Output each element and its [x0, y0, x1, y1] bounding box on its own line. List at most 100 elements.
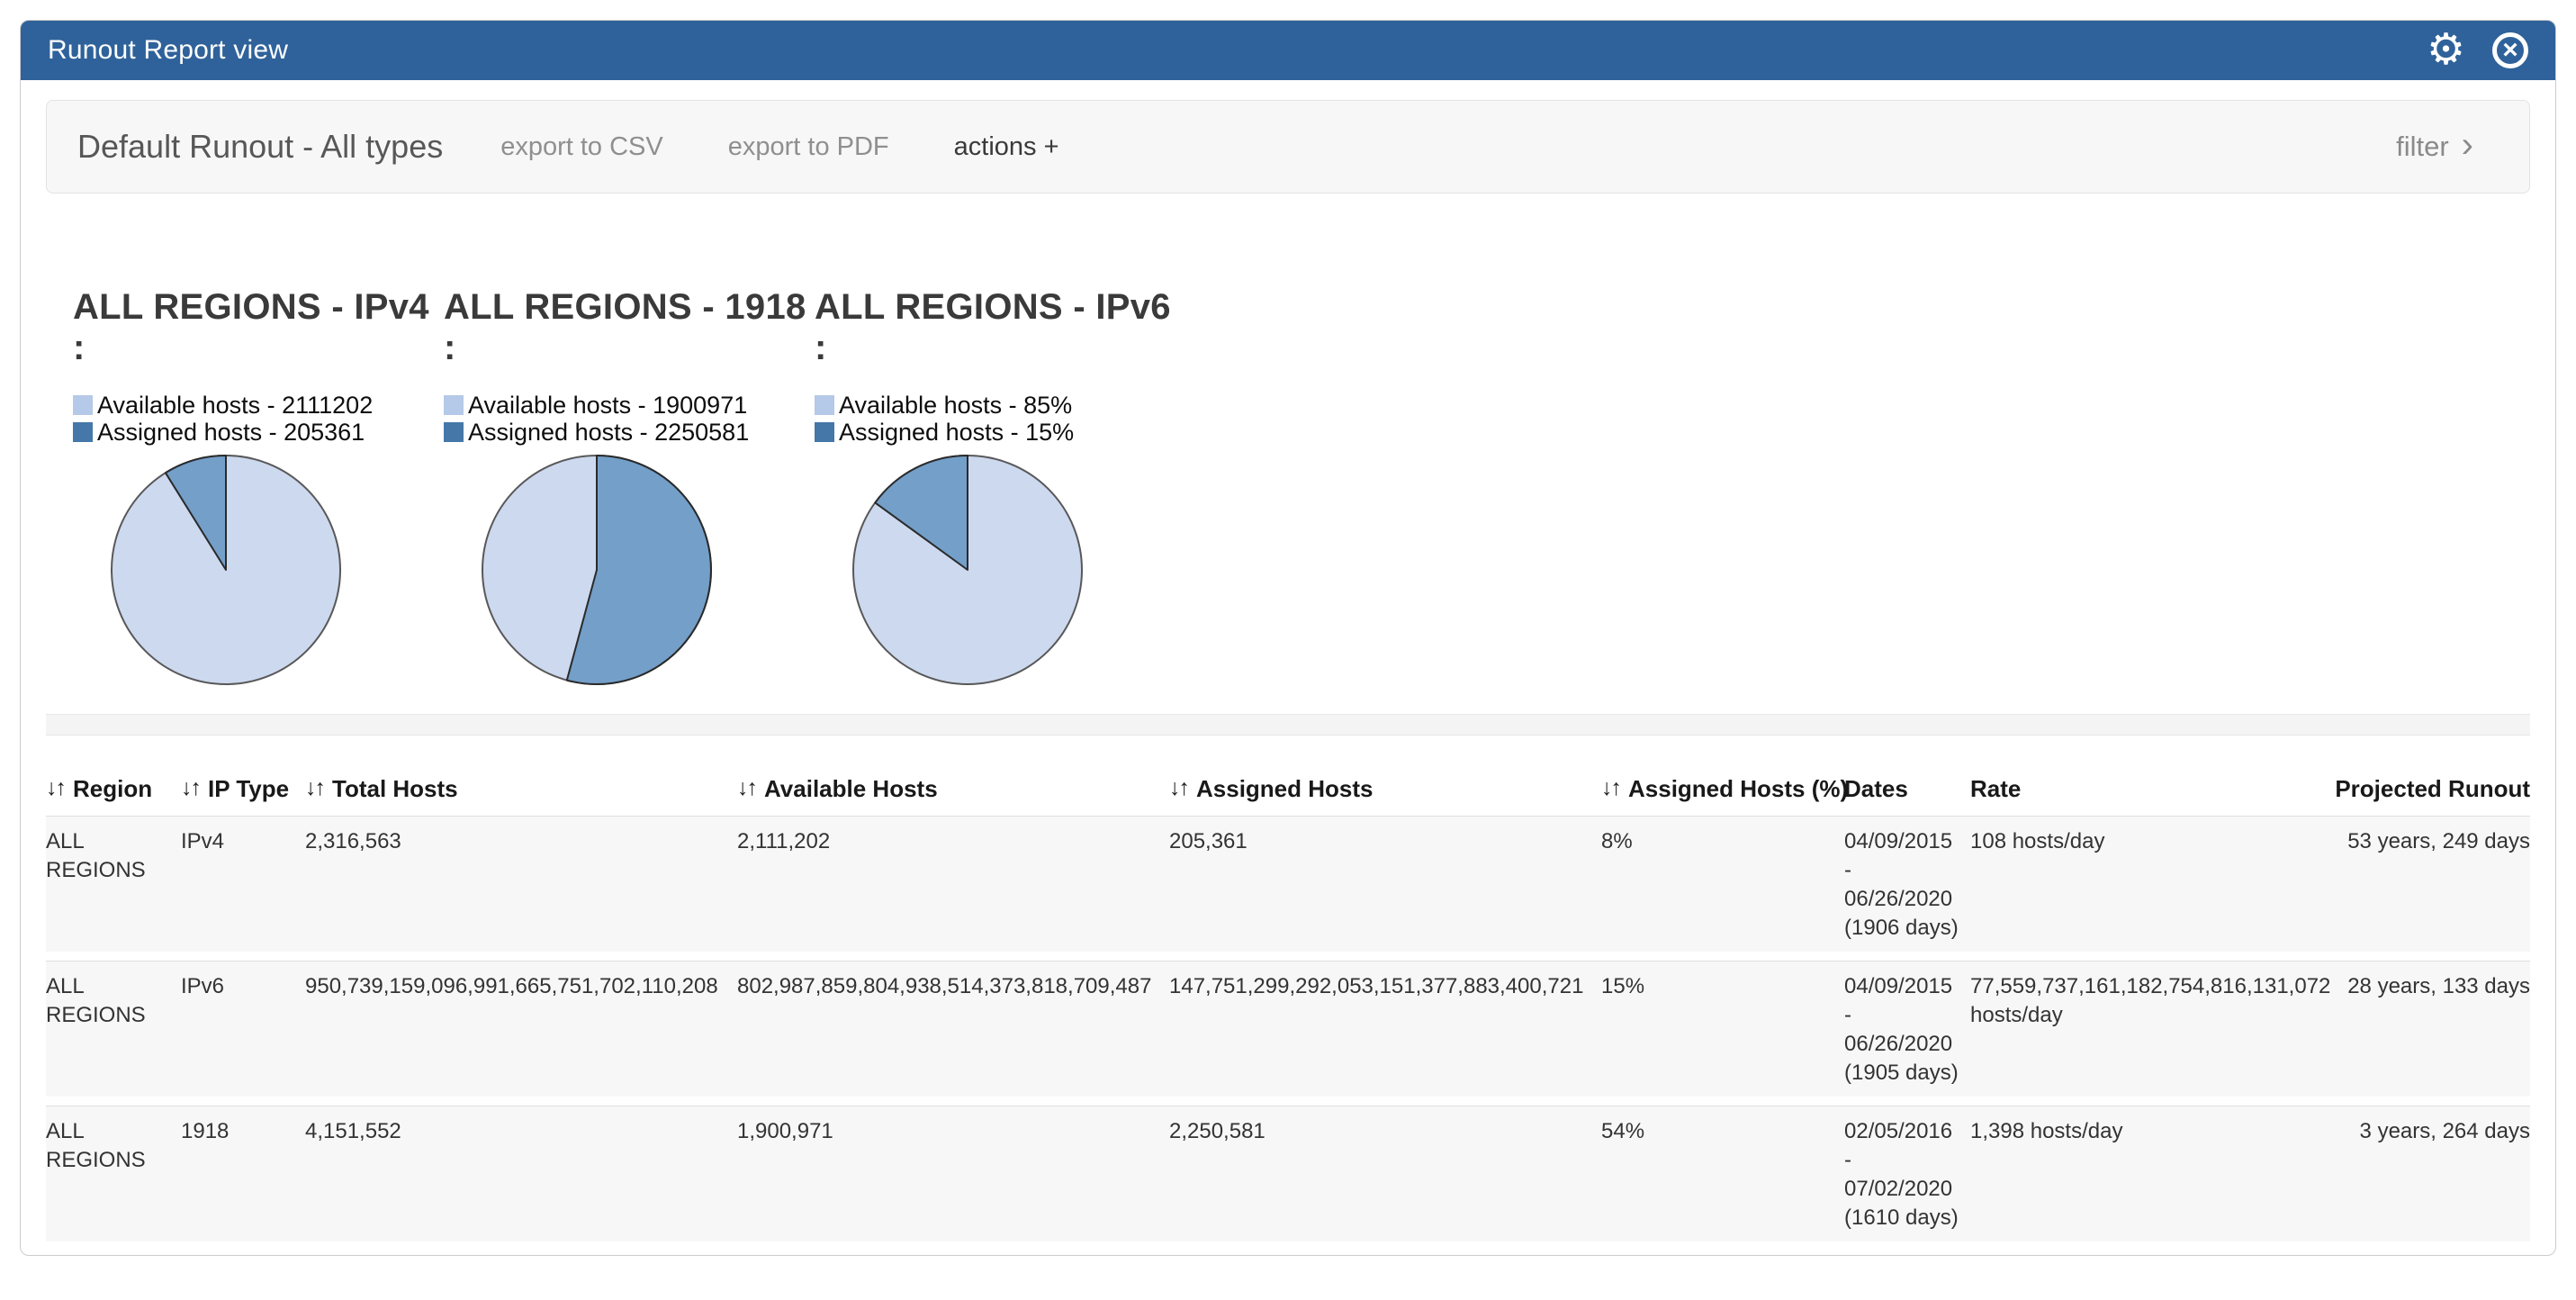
pie-legend: Available hosts - 2111202Assigned hosts … [73, 392, 444, 446]
column-header-region[interactable]: ↓↑ Region [46, 775, 181, 803]
filter-button[interactable]: filter › [2396, 131, 2473, 163]
table-cell: 77,559,737,161,182,754,816,131,072 hosts… [1970, 972, 2330, 1088]
table-cell: ALL REGIONS [46, 827, 181, 943]
table-cell: 2,250,581 [1169, 1117, 1601, 1232]
pie-chart-title: ALL REGIONS - IPv6 : [815, 287, 1185, 368]
column-header-assigned-hosts[interactable]: ↓↑Assigned Hosts (%) [1601, 775, 1844, 803]
table-cell: 04/09/2015 - 06/26/2020 (1905 days) [1844, 972, 1970, 1088]
sort-icon: ↓↑ [1601, 775, 1620, 801]
legend-item-assigned: Assigned hosts - 205361 [73, 419, 444, 446]
column-header-available-hosts[interactable]: ↓↑ Available Hosts [737, 775, 1169, 803]
table-row[interactable]: ALL REGIONSIPv6950,739,159,096,991,665,7… [46, 961, 2530, 1097]
pie-chart [480, 453, 714, 687]
column-header-label: Assigned Hosts (%) [1628, 775, 1848, 803]
pie-chart-title: ALL REGIONS - IPv4 : [73, 287, 444, 368]
column-header-label: Projected Runout [2335, 775, 2530, 803]
legend-swatch [73, 422, 93, 442]
table-row[interactable]: ALL REGIONSIPv42,316,5632,111,202205,361… [46, 816, 2530, 952]
pie-legend: Available hosts - 1900971Assigned hosts … [444, 392, 815, 446]
column-header-label: Assigned Hosts [1196, 775, 1374, 803]
table-cell: 4,151,552 [305, 1117, 737, 1232]
column-header-total-hosts[interactable]: ↓↑ Total Hosts [305, 775, 737, 803]
table-row[interactable]: ALL REGIONS19184,151,5521,900,9712,250,5… [46, 1106, 2530, 1241]
titlebar-icons: ⚙ × [2427, 29, 2528, 72]
chevron-right-icon: › [2462, 127, 2473, 163]
legend-swatch [815, 395, 834, 415]
table-cell: 2,316,563 [305, 827, 737, 943]
column-header-rate: Rate [1970, 775, 2330, 803]
table-body: ALL REGIONSIPv42,316,5632,111,202205,361… [46, 816, 2530, 1241]
table-cell: 1918 [181, 1117, 305, 1232]
table-cell: 1,398 hosts/day [1970, 1117, 2330, 1232]
table-cell: 54% [1601, 1117, 1844, 1232]
export-csv-button[interactable]: export to CSV [500, 132, 663, 162]
pie-group: ALL REGIONS - IPv6 : Available hosts - 85… [815, 287, 1185, 687]
legend-item-assigned: Assigned hosts - 15% [815, 419, 1185, 446]
legend-swatch [815, 422, 834, 442]
table-cell: 802,987,859,804,938,514,373,818,709,487 [737, 972, 1169, 1088]
table-cell: 02/05/2016 - 07/02/2020 (1610 days) [1844, 1117, 1970, 1232]
column-header-assigned-hosts[interactable]: ↓↑Assigned Hosts [1169, 775, 1601, 803]
column-header-label: Dates [1844, 775, 1908, 803]
export-pdf-button[interactable]: export to PDF [728, 132, 889, 162]
table-cell: 950,739,159,096,991,665,751,702,110,208 [305, 972, 737, 1088]
gear-icon[interactable]: ⚙ [2427, 29, 2465, 72]
table-cell: 1,900,971 [737, 1117, 1169, 1232]
column-header-ip-type[interactable]: ↓↑ IP Type [181, 775, 305, 803]
column-header-dates: Dates [1844, 775, 1970, 803]
sort-icon: ↓↑ [305, 775, 324, 801]
table-cell: 04/09/2015 - 06/26/2020 (1906 days) [1844, 827, 1970, 943]
legend-label: Assigned hosts - 2250581 [468, 419, 749, 447]
legend-label: Available hosts - 85% [839, 392, 1072, 420]
window-title: Runout Report view [48, 35, 288, 66]
table-cell: 108 hosts/day [1970, 827, 2330, 943]
table-cell: 15% [1601, 972, 1844, 1088]
table-cell: 28 years, 133 days [2330, 972, 2530, 1088]
legend-item-available: Available hosts - 85% [815, 392, 1185, 419]
runout-report-window: Runout Report view ⚙ × Default Runout - … [20, 20, 2556, 1256]
close-icon[interactable]: × [2492, 32, 2528, 68]
legend-item-assigned: Assigned hosts - 2250581 [444, 419, 815, 446]
column-header-label: Available Hosts [764, 775, 938, 803]
pie-chart [851, 453, 1085, 687]
table-header-row: ↓↑ Region ↓↑ IP Type ↓↑ Total Hosts ↓↑ Availabl… [46, 775, 2530, 816]
table-cell: IPv4 [181, 827, 305, 943]
column-header-label: IP Type [208, 775, 289, 803]
sort-icon: ↓↑ [737, 775, 756, 801]
table-cell: 2,111,202 [737, 827, 1169, 943]
column-header-projected-runout: Projected Runout [2330, 775, 2530, 803]
column-header-label: Region [73, 775, 152, 803]
window-body: Default Runout - All types export to CSV… [21, 80, 2555, 1241]
column-header-label: Total Hosts [332, 775, 458, 803]
pie-group: ALL REGIONS - 1918 : Available hosts - 19… [444, 287, 815, 687]
pie-chart-title: ALL REGIONS - 1918 : [444, 287, 815, 368]
legend-label: Available hosts - 2111202 [97, 392, 373, 420]
pie-chart [109, 453, 343, 687]
titlebar: Runout Report view ⚙ × [21, 21, 2555, 80]
legend-label: Available hosts - 1900971 [468, 392, 747, 420]
legend-item-available: Available hosts - 2111202 [73, 392, 444, 419]
pie-group: ALL REGIONS - IPv4 : Available hosts - 21… [73, 287, 444, 687]
actions-button[interactable]: actions + [954, 132, 1059, 162]
table-cell: ALL REGIONS [46, 972, 181, 1088]
separator-strip [46, 714, 2530, 736]
table-cell: 8% [1601, 827, 1844, 943]
column-header-label: Rate [1970, 775, 2021, 803]
sort-icon: ↓↑ [181, 775, 200, 801]
legend-swatch [444, 395, 464, 415]
table-cell: IPv6 [181, 972, 305, 1088]
table-cell: 147,751,299,292,053,151,377,883,400,721 [1169, 972, 1601, 1088]
legend-swatch [444, 422, 464, 442]
pie-charts-section: ALL REGIONS - IPv4 : Available hosts - 21… [46, 287, 2530, 687]
legend-swatch [73, 395, 93, 415]
sort-icon: ↓↑ [46, 775, 65, 801]
filter-label: filter [2396, 131, 2449, 163]
report-title: Default Runout - All types [77, 128, 443, 166]
table-cell: 3 years, 264 days [2330, 1117, 2530, 1232]
toolbar: Default Runout - All types export to CSV… [46, 100, 2530, 194]
pie-legend: Available hosts - 85%Assigned hosts - 15… [815, 392, 1185, 446]
legend-item-available: Available hosts - 1900971 [444, 392, 815, 419]
table-cell: ALL REGIONS [46, 1117, 181, 1232]
legend-label: Assigned hosts - 205361 [97, 419, 365, 447]
table-cell: 53 years, 249 days [2330, 827, 2530, 943]
